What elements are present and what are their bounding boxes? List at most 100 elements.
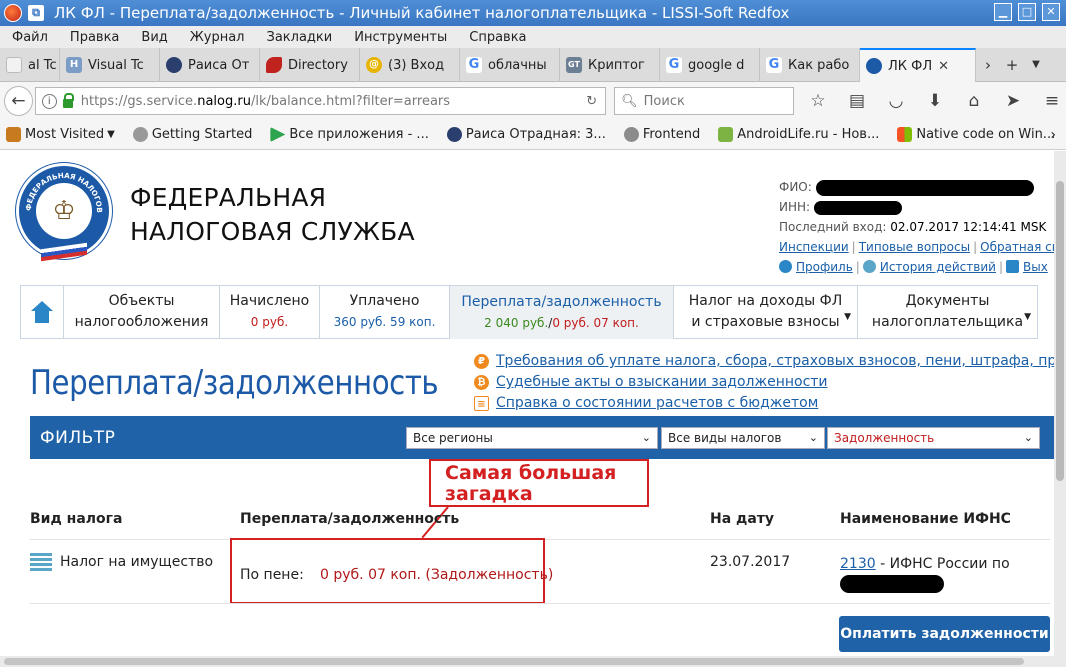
region-select[interactable]: Все регионы ⌄ <box>406 427 658 449</box>
scroll-thumb[interactable] <box>1056 181 1064 481</box>
vertical-scrollbar[interactable] <box>1054 151 1066 656</box>
court-acts-link[interactable]: Судебные акты о взыскании задолженности <box>496 372 828 393</box>
tab-8[interactable]: G Как рабо <box>760 48 860 82</box>
window-title: ЛК ФЛ - Переплата/задолженность - Личный… <box>54 4 790 22</box>
tax-type-select[interactable]: Все виды налогов ⌄ <box>661 427 825 449</box>
chevron-down-icon: ⌄ <box>808 431 818 444</box>
bookmarks-toolbar: Most Visited ▼ Getting Started Все прило… <box>0 120 1066 150</box>
redacted-inn <box>813 200 902 215</box>
url-domain: nalog.ru <box>197 93 251 109</box>
menu-view[interactable]: Вид <box>141 30 167 45</box>
nav-objects[interactable]: Объекты налогообложения <box>64 285 220 339</box>
column-header-balance: Переплата/задолженность <box>240 511 460 527</box>
page-icon: H <box>66 57 82 73</box>
reading-list-icon[interactable]: ▤ <box>843 87 871 115</box>
menu-edit[interactable]: Правка <box>70 30 119 45</box>
profile-link[interactable]: Профиль <box>796 260 853 274</box>
menu-file[interactable]: Файл <box>12 30 48 45</box>
horizontal-scrollbar[interactable] <box>0 656 1066 667</box>
settlement-certificate-link[interactable]: Справка о состоянии расчетов с бюджетом <box>496 393 818 414</box>
pocket-icon[interactable]: ◡ <box>882 87 910 115</box>
nav-ndfl[interactable]: Налог на доходы ФЛ и страховые взносы ▼ <box>674 285 858 339</box>
status-select[interactable]: Задолженность ⌄ <box>827 427 1040 449</box>
tab-label: google d <box>688 57 745 73</box>
google-icon: G <box>666 57 682 73</box>
nav-home[interactable] <box>20 285 64 339</box>
tab-9-active[interactable]: ЛК ФЛ ✕ <box>860 48 976 82</box>
requirements-link[interactable]: Требования об уплате налога, сбора, стра… <box>496 351 1054 372</box>
bookmark-label: Most Visited <box>25 127 105 142</box>
google-icon: G <box>466 57 482 73</box>
last-login-label: Последний вход: <box>779 220 887 234</box>
tab-0[interactable]: al Tc <box>0 48 60 82</box>
list-all-tabs-icon[interactable]: ▼ <box>1024 48 1048 81</box>
maximize-button[interactable]: □ <box>1018 3 1036 21</box>
feedback-link[interactable]: Обратная свя <box>980 240 1054 254</box>
back-arrow-icon[interactable]: ← <box>4 86 33 116</box>
download-icon[interactable]: ⬇ <box>921 87 949 115</box>
home-icon[interactable]: ⌂ <box>960 87 988 115</box>
annotation-line2: загадка <box>445 483 533 505</box>
tab-2[interactable]: Раиса От <box>160 48 260 82</box>
close-window-button[interactable]: ✕ <box>1042 3 1060 21</box>
inspections-link[interactable]: Инспекции <box>779 240 849 254</box>
search-input[interactable]: 🔍︎ Поиск <box>614 87 794 115</box>
bookmark-native-code[interactable]: Native code on Win... <box>897 127 1055 142</box>
reload-icon[interactable]: ↻ <box>586 94 597 109</box>
menu-tools[interactable]: Инструменты <box>354 30 447 45</box>
tab-3[interactable]: Directory <box>260 48 360 82</box>
nav-label: Начислено <box>229 293 310 309</box>
bookmark-frontend[interactable]: Frontend <box>623 127 700 142</box>
bookmark-getting-started[interactable]: Getting Started <box>132 127 252 142</box>
desktop-switch-icon[interactable]: ⧉ <box>28 5 44 21</box>
bookmark-raisa[interactable]: Раиса Отрадная: 3... <box>446 127 606 142</box>
bookmark-label: Все приложения - ... <box>289 127 429 142</box>
close-tab-icon[interactable]: ✕ <box>938 59 949 74</box>
bookmark-most-visited[interactable]: Most Visited ▼ <box>6 127 115 142</box>
tab-scroll-right-icon[interactable]: › <box>976 48 1000 81</box>
exit-link[interactable]: Вых <box>1023 260 1048 274</box>
more-bookmarks-icon[interactable]: › <box>1050 127 1056 143</box>
nav-accrued[interactable]: Начислено 0 руб. <box>220 285 320 339</box>
info-icon[interactable]: i <box>41 93 57 109</box>
menu-help[interactable]: Справка <box>469 30 526 45</box>
faq-link[interactable]: Типовые вопросы <box>859 240 970 254</box>
avatar-icon <box>166 57 182 73</box>
history-link[interactable]: История действий <box>880 260 996 274</box>
quick-links: ₽ Требования об уплате налога, сбора, ст… <box>474 351 1054 414</box>
nav-label: налогоплательщика <box>871 314 1024 330</box>
new-tab-icon[interactable]: + <box>1000 48 1024 81</box>
nav-documents[interactable]: Документы налогоплательщика ▼ <box>858 285 1038 339</box>
fio-label: ФИО: <box>779 180 812 194</box>
property-tax-icon <box>30 553 52 573</box>
pay-arrears-button[interactable]: Оплатить задолженности <box>839 616 1050 652</box>
url-bar[interactable]: i https://gs.service. nalog.ru/lk/balance… <box>34 87 607 115</box>
nav-label: и страховые взносы <box>691 314 840 330</box>
tab-strip: al Tc H Visual Tc Раиса От Directory @ (… <box>0 48 1066 82</box>
tab-4[interactable]: @ (3) Вход <box>360 48 460 82</box>
tab-1[interactable]: H Visual Tc <box>60 48 160 82</box>
nav-paid[interactable]: Уплачено 360 руб. 59 коп. <box>320 285 450 339</box>
nav-overpayment-amount: 2 040 руб. <box>484 315 549 330</box>
menu-bookmarks[interactable]: Закладки <box>267 30 333 45</box>
redacted-ifns-region <box>840 575 944 593</box>
tab-6[interactable]: GT Криптог <box>560 48 660 82</box>
bookmark-all-apps[interactable]: Все приложения - ... <box>270 127 429 142</box>
filter-bar: ФИЛЬТР Все регионы ⌄ Все виды налогов ⌄ … <box>30 416 1054 459</box>
menu-history[interactable]: Журнал <box>190 30 245 45</box>
tab-7[interactable]: G google d <box>660 48 760 82</box>
tax-type-cell: Налог на имущество <box>60 554 214 570</box>
status-select-value: Задолженность <box>834 431 935 445</box>
bookmark-star-icon[interactable]: ☆ <box>804 87 832 115</box>
bookmark-androidlife[interactable]: AndroidLife.ru - Нов... <box>718 127 879 142</box>
nav-label: Уплачено <box>349 293 420 309</box>
nav-overpayment-arrears[interactable]: Переплата/задолженность 2 040 руб./0 руб… <box>450 285 674 339</box>
send-icon[interactable]: ➤ <box>999 87 1027 115</box>
hamburger-menu-icon[interactable]: ≡ <box>1038 87 1066 115</box>
ifns-code-link[interactable]: 2130 <box>840 556 876 572</box>
minimize-button[interactable]: ▁ <box>994 3 1012 21</box>
menu-bar: Файл Правка Вид Журнал Закладки Инструме… <box>0 26 1066 48</box>
scroll-thumb[interactable] <box>4 658 1024 665</box>
tab-5[interactable]: G облачны <box>460 48 560 82</box>
nav-label: налогообложения <box>74 314 209 330</box>
